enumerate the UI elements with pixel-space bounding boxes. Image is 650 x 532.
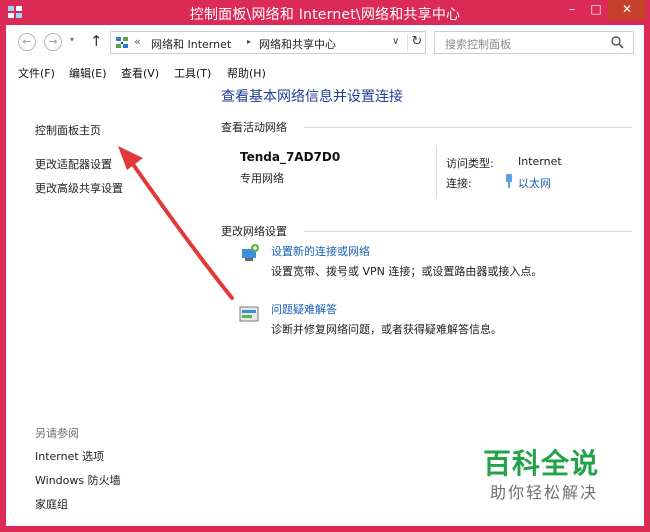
address-row: ← → ▾ ↑ « 网络和 Internet ▸ 网络和共享中心 ∨ ↻ 搜索控…	[6, 25, 644, 60]
menu-view[interactable]: 查看(V)	[121, 65, 159, 81]
task-troubleshoot-link[interactable]: 问题疑难解答	[271, 301, 337, 317]
address-bar[interactable]: « 网络和 Internet ▸ 网络和共享中心 ∨ ↻	[110, 31, 426, 54]
link-homegroup[interactable]: 家庭组	[35, 496, 68, 512]
divider	[304, 231, 632, 232]
title-bar: 控制面板\网络和 Internet\网络和共享中心 – □ ✕	[0, 0, 650, 25]
breadcrumb-network-internet[interactable]: 网络和 Internet	[151, 36, 231, 52]
ethernet-icon	[506, 174, 512, 188]
link-change-adapter-settings[interactable]: 更改适配器设置	[35, 156, 112, 172]
maximize-button[interactable]: □	[584, 0, 608, 20]
see-also-title: 另请参阅	[35, 427, 79, 440]
link-windows-firewall[interactable]: Windows 防火墙	[35, 472, 121, 488]
menu-bar: 文件(F) 编辑(E) 查看(V) 工具(T) 帮助(H)	[6, 63, 644, 83]
link-internet-options[interactable]: Internet 选项	[35, 448, 104, 464]
network-name: Tenda_7AD7D0	[240, 150, 341, 164]
window-title: 控制面板\网络和 Internet\网络和共享中心	[189, 7, 461, 23]
forward-button[interactable]: →	[44, 33, 62, 51]
new-connection-icon	[242, 244, 259, 261]
breadcrumb-sharing-center[interactable]: 网络和共享中心	[259, 36, 336, 52]
close-button[interactable]: ✕	[608, 0, 646, 20]
menu-help[interactable]: 帮助(H)	[227, 65, 266, 81]
connection-label: 连接:	[446, 177, 472, 190]
link-change-advanced-sharing[interactable]: 更改高级共享设置	[35, 180, 123, 196]
menu-file[interactable]: 文件(F)	[18, 65, 55, 81]
left-pane: 控制面板主页 更改适配器设置 更改高级共享设置 另请参阅 Internet 选项…	[6, 83, 208, 526]
troubleshoot-icon	[239, 306, 259, 322]
back-button[interactable]: ←	[18, 33, 36, 51]
divider	[436, 146, 437, 198]
connection-ethernet-link[interactable]: 以太网	[518, 175, 551, 191]
search-icon[interactable]	[610, 35, 624, 49]
network-type: 专用网络	[240, 172, 284, 185]
watermark-tagline: 助你轻松解决	[490, 483, 599, 502]
task-troubleshoot-desc: 诊断并修复网络问题，或者获得疑难解答信息。	[271, 323, 502, 336]
task-setup-connection-desc: 设置宽带、拨号或 VPN 连接；或设置路由器或接入点。	[271, 265, 543, 278]
page-title: 查看基本网络信息并设置连接	[221, 89, 403, 105]
divider	[304, 127, 632, 128]
change-settings-header: 更改网络设置	[221, 225, 287, 238]
breadcrumb-separator[interactable]: ▸	[247, 37, 251, 46]
breadcrumb-overflow[interactable]: «	[134, 35, 141, 48]
window: 控制面板\网络和 Internet\网络和共享中心 – □ ✕ ← → ▾ ↑ …	[0, 0, 650, 532]
link-control-panel-home[interactable]: 控制面板主页	[35, 122, 101, 138]
menu-edit[interactable]: 编辑(E)	[69, 65, 107, 81]
access-type-value: Internet	[518, 155, 562, 168]
refresh-button[interactable]: ↻	[407, 34, 426, 52]
task-setup-connection-link[interactable]: 设置新的连接或网络	[271, 243, 370, 259]
access-type-label: 访问类型:	[446, 157, 494, 170]
search-input[interactable]: 搜索控制面板	[434, 31, 634, 54]
up-button[interactable]: ↑	[90, 32, 103, 50]
minimize-button[interactable]: –	[560, 0, 584, 20]
menu-tools[interactable]: 工具(T)	[174, 65, 211, 81]
address-dropdown[interactable]: ∨	[392, 36, 399, 47]
active-networks-header: 查看活动网络	[221, 121, 287, 134]
network-center-icon	[116, 37, 128, 48]
watermark-logo: 百科全说	[483, 447, 600, 480]
recent-locations-button[interactable]: ▾	[70, 35, 74, 44]
search-placeholder: 搜索控制面板	[445, 38, 511, 51]
